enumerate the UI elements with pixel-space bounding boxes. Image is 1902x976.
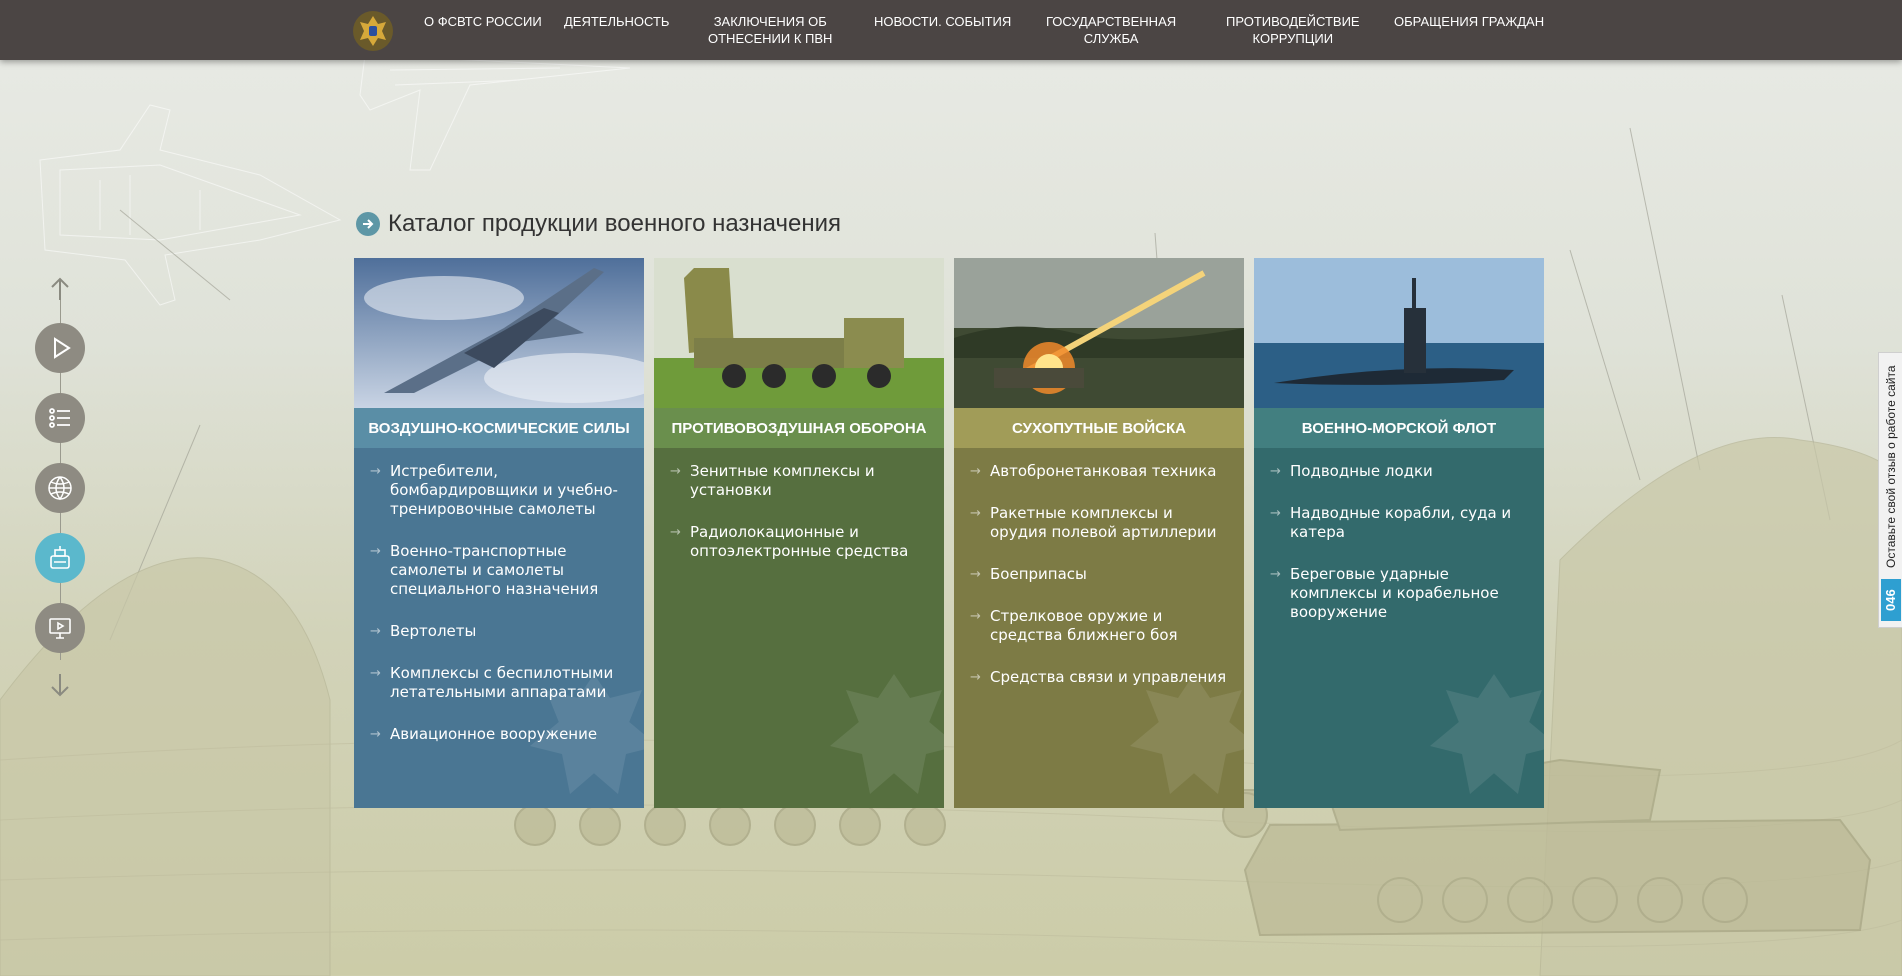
rail-button-globe[interactable]	[35, 463, 85, 513]
list-icon	[49, 408, 70, 428]
card-ground-forces: Сухопутные войска → Автобронетанковая тех…	[954, 258, 1244, 808]
card-list-navy: → Подводные лодки → Надводные корабли, суд…	[1254, 448, 1544, 808]
tank-icon	[50, 546, 70, 569]
list-item[interactable]: → Ракетные комплексы и орудия полевой арт…	[970, 504, 1230, 542]
arrow-right-icon: →	[970, 506, 981, 521]
list-item[interactable]: → Вертолеты	[370, 622, 630, 641]
rail-button-tank[interactable]	[35, 533, 85, 583]
arrow-right-icon: →	[370, 666, 381, 681]
arrow-up-icon[interactable]	[49, 276, 71, 302]
rail-button-list[interactable]	[35, 393, 85, 443]
rail-button-monitor[interactable]	[35, 603, 85, 653]
card-list-air-defense: → Зенитные комплексы и установки → Радиоло…	[654, 448, 944, 808]
card-title-ground-forces[interactable]: Сухопутные войска	[954, 408, 1244, 448]
feedback-tab[interactable]: Оставьте свой отзыв о работе сайта 046	[1878, 352, 1902, 628]
arrow-right-icon: →	[670, 525, 681, 540]
arrow-right-icon: →	[1270, 464, 1281, 479]
rocket-launch-image[interactable]	[954, 258, 1244, 408]
list-item[interactable]: → Автобронетанковая техника	[970, 462, 1230, 481]
feedback-badge: 046	[1881, 579, 1901, 621]
arrow-down-icon[interactable]	[49, 672, 71, 698]
list-item[interactable]: → Боеприпасы	[970, 565, 1230, 584]
arrow-right-icon: →	[670, 464, 681, 479]
nav-item-anti-corruption[interactable]: Противодействие коррупции	[1226, 13, 1360, 47]
arrow-right-icon: →	[1270, 567, 1281, 582]
eagle-emblem-icon	[1130, 674, 1244, 794]
nav-item-citizen-appeals[interactable]: Обращения граждан	[1394, 13, 1544, 30]
list-item[interactable]: → Истребители, бомбардировщики и учебно-т…	[370, 462, 630, 519]
arrow-right-icon: →	[370, 464, 381, 479]
list-item[interactable]: → Зенитные комплексы и установки	[670, 462, 930, 500]
card-title-navy[interactable]: Военно-морской флот	[1254, 408, 1544, 448]
arrow-right-circle-icon	[356, 212, 380, 236]
list-item[interactable]: → Надводные корабли, суда и катера	[1270, 504, 1530, 542]
arrow-right-icon: →	[370, 727, 381, 742]
eagle-emblem-icon	[1430, 674, 1544, 794]
card-title-aerospace[interactable]: Воздушно-космические силы	[354, 408, 644, 448]
card-list-aerospace: → Истребители, бомбардировщики и учебно-т…	[354, 448, 644, 808]
submarine-image[interactable]	[1254, 258, 1544, 408]
arrow-right-icon: →	[370, 624, 381, 639]
arrow-right-icon: →	[970, 670, 981, 685]
card-aerospace: Воздушно-космические силы → Истребители, …	[354, 258, 644, 808]
arrow-right-icon: →	[1270, 506, 1281, 521]
emblem-logo-icon[interactable]	[352, 10, 394, 52]
nav-item-activity[interactable]: Деятельность	[564, 13, 669, 30]
card-list-ground-forces: → Автобронетанковая техника → Ракетные ком…	[954, 448, 1244, 808]
feedback-text: Оставьте свой отзыв о работе сайта	[1884, 365, 1898, 568]
arrow-right-icon: →	[970, 464, 981, 479]
list-item[interactable]: → Береговые ударные комплексы и корабельн…	[1270, 565, 1530, 622]
list-item[interactable]: → Радиолокационные и оптоэлектронные сред…	[670, 523, 930, 561]
fighter-jet-image[interactable]	[354, 258, 644, 408]
list-item[interactable]: → Стрелковое оружие и средства ближнего б…	[970, 607, 1230, 645]
nav-item-news[interactable]: Новости. События	[874, 13, 1011, 30]
eagle-emblem-icon	[530, 674, 644, 794]
play-icon	[54, 337, 71, 359]
card-title-air-defense[interactable]: Противовоздушная оборона	[654, 408, 944, 448]
nav-item-about[interactable]: О ФСВТС России	[424, 13, 542, 30]
globe-icon	[48, 476, 72, 501]
arrow-right-icon: →	[970, 609, 981, 624]
rail-button-play[interactable]	[35, 323, 85, 373]
air-defense-truck-image[interactable]	[654, 258, 944, 408]
arrow-right-icon: →	[370, 544, 381, 559]
monitor-icon	[49, 618, 71, 639]
nav-item-civil-service[interactable]: Государственная служба	[1046, 13, 1176, 47]
background-wireframe-art	[0, 54, 1902, 976]
nav-item-conclusions[interactable]: Заключения об отнесении к ПВН	[708, 13, 832, 47]
list-item[interactable]: → Подводные лодки	[1270, 462, 1530, 481]
arrow-right-icon: →	[970, 567, 981, 582]
top-navigation-bar: О ФСВТС России Деятельность Заключения о…	[0, 0, 1902, 60]
list-item[interactable]: → Военно-транспортные самолеты и самолеты…	[370, 542, 630, 599]
card-air-defense: Противовоздушная оборона → Зенитные компл…	[654, 258, 944, 808]
card-navy: Военно-морской флот → Подводные лодки → На…	[1254, 258, 1544, 808]
page-title: Каталог продукции военного назначения	[388, 210, 841, 237]
catalog-heading: Каталог продукции военного назначения	[356, 208, 841, 240]
eagle-emblem-icon	[830, 674, 944, 794]
